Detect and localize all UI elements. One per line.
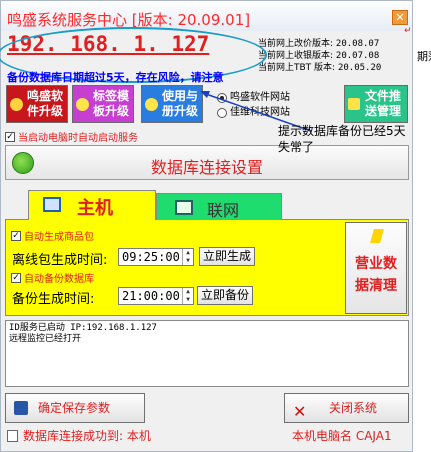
service-log[interactable]: ID服务已启动 IP:192.168.1.127 远程监控已经打开: [5, 320, 409, 387]
db-status-text: 数据库连接成功到: 本机: [23, 429, 151, 443]
save-icon: [14, 401, 28, 415]
folder-icon: [348, 98, 360, 110]
backup-warning-text: 备份数据库日期超过5天，存在风险，请注意: [7, 71, 224, 84]
auto-gen-checkbox[interactable]: ✓: [11, 230, 21, 241]
bell-icon: [145, 98, 158, 111]
version-info: 当前网上改价版本: 20.08.07 当前网上收银版本: 20.07.08 当前…: [258, 38, 381, 74]
title-bar: 鸣盛系统服务中心 [版本: 20.09.01] ✕: [1, 1, 412, 31]
computer-icon: [43, 197, 61, 212]
upgrade-register-button[interactable]: 使用与 册升级: [141, 85, 203, 123]
file-push-button[interactable]: 文件推 送管理: [344, 85, 408, 123]
auto-backup-checkbox[interactable]: ✓: [11, 272, 21, 283]
business-data-clean-button[interactable]: 营业数 据清理: [345, 222, 407, 314]
edge-fragment-side: 期落: [417, 50, 431, 63]
backup-time-label: 备份生成时间:: [12, 292, 95, 307]
save-params-button[interactable]: 确定保存参数: [5, 393, 145, 423]
annotation-note: 提示数据库备份已经5天 失常了: [278, 124, 406, 154]
close-system-button[interactable]: ✕ 关闭系统: [284, 393, 409, 423]
generate-now-button[interactable]: 立即生成: [199, 247, 256, 266]
tab-network[interactable]: 联网: [156, 193, 282, 220]
spin-arrows[interactable]: ▲ ▼: [182, 249, 193, 265]
status-icon: [7, 430, 18, 442]
lightning-icon: [370, 229, 384, 243]
window-close-button[interactable]: ✕: [392, 10, 408, 25]
autostart-checkbox[interactable]: ✓: [5, 131, 15, 142]
tab-host[interactable]: 主机: [28, 190, 156, 220]
software-upgrade-icon: [10, 98, 23, 111]
version-line-cashier: 当前网上收银版本: 20.07.08: [258, 51, 380, 61]
autostart-checkbox-row[interactable]: ✓ 当启动电脑时自动启动服务: [5, 129, 138, 144]
network-icon: [175, 200, 193, 215]
gen-time-label: 离线包生成时间:: [12, 253, 108, 268]
auto-backup-checkbox-row[interactable]: ✓ 自动备份数据库: [11, 270, 94, 285]
auto-gen-checkbox-row[interactable]: ✓ 自动生成商品包: [11, 228, 94, 243]
computer-name-text: 本机电脑名 CAJA1: [292, 429, 392, 443]
version-line-price: 当前网上改价版本: 20.08.07: [258, 39, 380, 49]
gen-time-input[interactable]: 09:25:00 ▲ ▼: [118, 248, 194, 266]
main-window: 鸣盛系统服务中心 [版本: 20.09.01] ✕ 192. 168. 1. 1…: [0, 0, 413, 452]
status-bar: 数据库连接成功到: 本机 本机电脑名 CAJA1: [5, 426, 409, 446]
version-line-tbt: 当前网上TBT 版本: 20.05.20: [258, 63, 382, 73]
template-upgrade-icon: [76, 98, 89, 111]
edge-fragment-top: ↵: [404, 26, 412, 36]
upgrade-template-button[interactable]: 标签模 板升级: [72, 85, 134, 123]
close-icon: ✕: [293, 402, 307, 421]
upgrade-software-button[interactable]: 鸣盛软 件升级: [6, 85, 68, 123]
backup-now-button[interactable]: 立即备份: [197, 286, 254, 305]
spin-arrows[interactable]: ▲ ▼: [182, 288, 193, 304]
backup-time-input[interactable]: 21:00:00 ▲ ▼: [118, 287, 194, 305]
